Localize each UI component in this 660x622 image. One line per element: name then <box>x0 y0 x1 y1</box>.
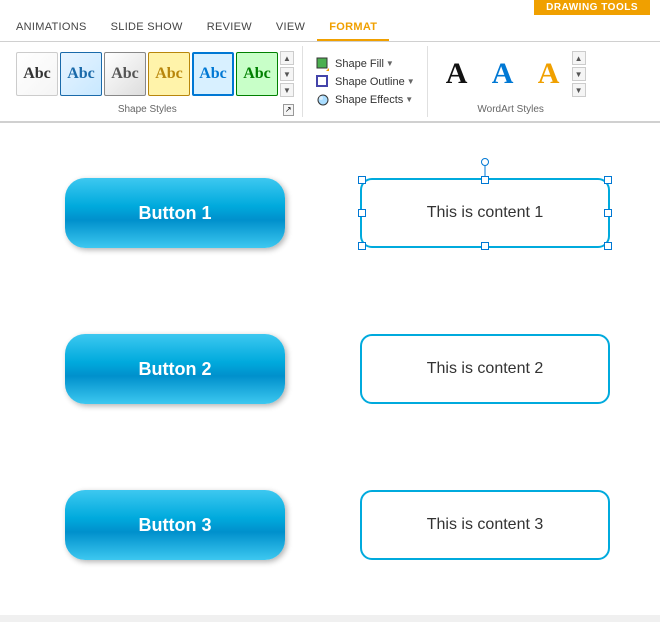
content-cell-3: This is content 3 <box>350 490 620 560</box>
shape-fill-chevron: ▼ <box>386 59 394 68</box>
tab-review[interactable]: REVIEW <box>195 15 264 41</box>
shape-outline-btn[interactable]: Shape Outline ▼ <box>311 73 419 91</box>
wordart-scroll-more[interactable]: ▼ <box>572 83 586 97</box>
tab-format[interactable]: FORMAT <box>317 15 389 41</box>
shape-style-btn-6[interactable]: Abc <box>236 52 278 96</box>
content-cell-1: This is content 1 <box>350 178 620 248</box>
wordart-content: A A A ▲ ▼ ▼ <box>436 46 586 102</box>
slide-content: Button 1 This is content 1 Button 2 <box>0 123 660 615</box>
style-scroll-up[interactable]: ▲ <box>280 51 294 65</box>
handle-tl-1[interactable] <box>358 176 366 184</box>
handle-mr-1[interactable] <box>604 209 612 217</box>
shape-styles-footer: Shape Styles ↗ <box>16 102 294 117</box>
shape-fill-icon <box>315 56 331 72</box>
shape-styles-expand[interactable]: ↗ <box>283 104 294 116</box>
shape-effects-icon <box>315 92 331 108</box>
shape-style-btn-1[interactable]: Abc <box>16 52 58 96</box>
shape-outline-icon <box>315 74 331 90</box>
drawing-tools-tab: DRAWING TOOLS <box>0 0 660 15</box>
shape-effects-btn[interactable]: Shape Effects ▼ <box>311 91 419 109</box>
shape-styles-section: Abc Abc Abc Abc Abc Abc ▲ ▼ ▼ Shape Styl… <box>8 46 303 117</box>
wordart-scroll-up[interactable]: ▲ <box>572 51 586 65</box>
shape-styles-content: Abc Abc Abc Abc Abc Abc ▲ ▼ ▼ <box>16 46 294 102</box>
shape-fill-label: Shape Fill <box>335 58 384 70</box>
button-cell-3: Button 3 <box>40 490 310 560</box>
slide-button-1[interactable]: Button 1 <box>65 178 285 248</box>
tab-view[interactable]: VIEW <box>264 15 317 41</box>
content-box-3[interactable]: This is content 3 <box>360 490 610 560</box>
wordart-btn-black[interactable]: A <box>436 52 478 96</box>
shape-style-btn-5[interactable]: Abc <box>192 52 234 96</box>
ribbon: DRAWING TOOLS ANIMATIONS SLIDE SHOW REVI… <box>0 0 660 123</box>
handle-bc-1[interactable] <box>481 242 489 250</box>
slide-button-2[interactable]: Button 2 <box>65 334 285 404</box>
slide-button-3[interactable]: Button 3 <box>65 490 285 560</box>
shape-outline-chevron: ▼ <box>407 77 415 86</box>
wordart-btn-blue[interactable]: A <box>482 52 524 96</box>
shape-outline-label: Shape Outline <box>335 76 405 88</box>
handle-bl-1[interactable] <box>358 242 366 250</box>
wordart-scroll-down[interactable]: ▼ <box>572 67 586 81</box>
style-buttons: Abc Abc Abc Abc Abc Abc <box>16 52 278 96</box>
style-scroll-down[interactable]: ▼ <box>280 67 294 81</box>
style-scroll-more[interactable]: ▼ <box>280 83 294 97</box>
shape-effects-chevron: ▼ <box>405 95 413 104</box>
content-cell-2: This is content 2 <box>350 334 620 404</box>
ribbon-tabs: ANIMATIONS SLIDE SHOW REVIEW VIEW FORMAT <box>0 15 660 42</box>
handle-br-1[interactable] <box>604 242 612 250</box>
content-box-1[interactable]: This is content 1 <box>360 178 610 248</box>
content-box-1-wrapper: This is content 1 <box>360 178 610 248</box>
handle-tc-1[interactable] <box>481 176 489 184</box>
drawing-tools-label: DRAWING TOOLS <box>534 0 650 15</box>
handle-tr-1[interactable] <box>604 176 612 184</box>
content-box-2[interactable]: This is content 2 <box>360 334 610 404</box>
shape-style-btn-3[interactable]: Abc <box>104 52 146 96</box>
ribbon-content: Abc Abc Abc Abc Abc Abc ▲ ▼ ▼ Shape Styl… <box>0 42 660 122</box>
shape-style-btn-4[interactable]: Abc <box>148 52 190 96</box>
shape-effects-label: Shape Effects <box>335 94 403 106</box>
shape-styles-label: Shape Styles <box>16 102 279 117</box>
shape-fill-btn[interactable]: Shape Fill ▼ <box>311 55 419 73</box>
handle-ml-1[interactable] <box>358 209 366 217</box>
shape-style-btn-2[interactable]: Abc <box>60 52 102 96</box>
wordart-footer: WordArt Styles <box>436 102 586 117</box>
drawing-tools-buttons-section: Shape Fill ▼ Shape Outline ▼ <box>303 46 428 117</box>
wordart-buttons: A A A <box>436 52 570 96</box>
style-scroll: ▲ ▼ ▼ <box>280 51 294 97</box>
wordart-section: A A A ▲ ▼ ▼ WordArt Styles <box>428 46 594 117</box>
tab-slideshow[interactable]: SLIDE SHOW <box>99 15 195 41</box>
wordart-scroll: ▲ ▼ ▼ <box>572 51 586 97</box>
button-cell-1: Button 1 <box>40 178 310 248</box>
rotate-handle-1[interactable] <box>481 158 489 166</box>
tab-animations[interactable]: ANIMATIONS <box>4 15 99 41</box>
button-cell-2: Button 2 <box>40 334 310 404</box>
wordart-btn-orange[interactable]: A <box>528 52 570 96</box>
wordart-label: WordArt Styles <box>436 102 586 117</box>
